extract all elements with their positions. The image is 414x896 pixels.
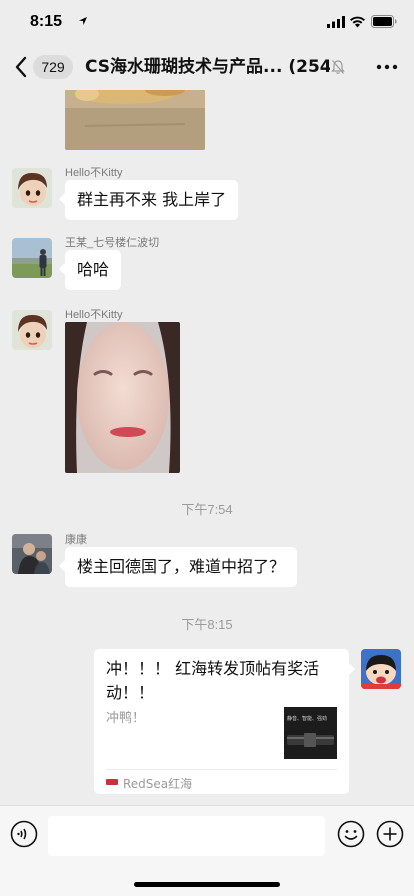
group-name: CS海水珊瑚技术与产品... <box>85 57 283 77</box>
cellular-signal-icon <box>327 16 345 28</box>
sender-name: Hello不Kitty <box>65 167 123 179</box>
muted-bell-icon <box>331 60 345 74</box>
photo-message-partial[interactable] <box>65 90 205 150</box>
my-avatar[interactable] <box>361 649 401 689</box>
back-chevron-icon[interactable] <box>14 56 28 78</box>
link-card-title: 冲！！！ 红海转发顶帖有奖活动！！ <box>106 659 320 702</box>
avatar[interactable] <box>12 238 52 278</box>
more-functions-plus-icon[interactable] <box>376 820 404 848</box>
voice-input-icon[interactable] <box>10 820 38 848</box>
battery-icon <box>371 15 397 28</box>
avatar[interactable] <box>12 168 52 208</box>
link-card-message[interactable]: 冲！！！ 红海转发顶帖有奖活动！！ 冲鸭！ 静音、智能、强劲 RedSea红海 <box>94 649 355 794</box>
timestamp: 下午8:15 <box>181 617 233 632</box>
location-arrow-icon <box>79 17 87 25</box>
status-time: 8:15 <box>30 13 63 30</box>
message-input[interactable] <box>48 816 325 856</box>
member-count: (254) <box>288 57 330 77</box>
redsea-logo-icon <box>106 779 118 785</box>
text-message-bubble[interactable]: 群主再不来 我上岸了 <box>58 180 239 220</box>
avatar[interactable] <box>12 310 52 350</box>
card-divider <box>106 769 337 770</box>
unread-count-badge[interactable]: 729 <box>33 55 73 79</box>
emoji-icon[interactable] <box>337 820 365 848</box>
text-message-bubble[interactable]: 楼主回德国了，难道中招了？ <box>58 547 298 587</box>
chat-title[interactable]: CS海水珊瑚技术与产品... (254) <box>85 55 330 79</box>
chat-header: 729 CS海水珊瑚技术与产品... (254) <box>0 44 414 90</box>
avatar[interactable] <box>12 534 52 574</box>
link-card-source: RedSea红海 <box>123 777 193 791</box>
home-indicator[interactable] <box>134 882 280 887</box>
more-options-icon[interactable] <box>376 57 398 77</box>
text-message-bubble[interactable]: 哈哈 <box>58 250 122 290</box>
message-list[interactable]: Hello不Kitty 群主再不来 我上岸了 王某_七号楼仁波切 哈哈 Hell… <box>0 90 414 805</box>
sender-name: Hello不Kitty <box>65 309 123 321</box>
timestamp: 下午7:54 <box>181 502 233 517</box>
status-bar: 8:15 <box>0 0 414 44</box>
link-card-thumbnail: 静音、智能、强劲 <box>284 707 337 759</box>
sender-name: 王某_七号楼仁波切 <box>65 237 160 249</box>
sender-name: 康康 <box>65 534 87 546</box>
photo-message[interactable] <box>65 322 180 473</box>
link-card-description: 冲鸭！ <box>106 711 146 726</box>
wifi-icon <box>350 16 365 28</box>
